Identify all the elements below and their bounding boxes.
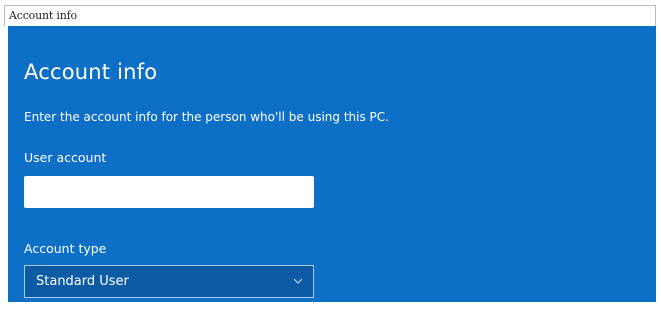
window-title: Account info [9, 9, 77, 22]
account-info-window: Account info Account info Enter the acco… [0, 0, 661, 322]
account-type-selected: Standard User [36, 274, 129, 289]
user-account-label: User account [24, 150, 107, 165]
instruction-text: Enter the account info for the person wh… [24, 110, 389, 124]
account-type-label: Account type [24, 241, 107, 256]
chevron-down-icon [293, 278, 303, 284]
page-title: Account info [24, 60, 158, 84]
account-info-panel: Account info Enter the account info for … [8, 26, 656, 302]
title-bar: Account info [4, 5, 656, 26]
account-type-dropdown[interactable]: Standard User [24, 265, 314, 298]
user-account-input[interactable] [24, 176, 314, 208]
